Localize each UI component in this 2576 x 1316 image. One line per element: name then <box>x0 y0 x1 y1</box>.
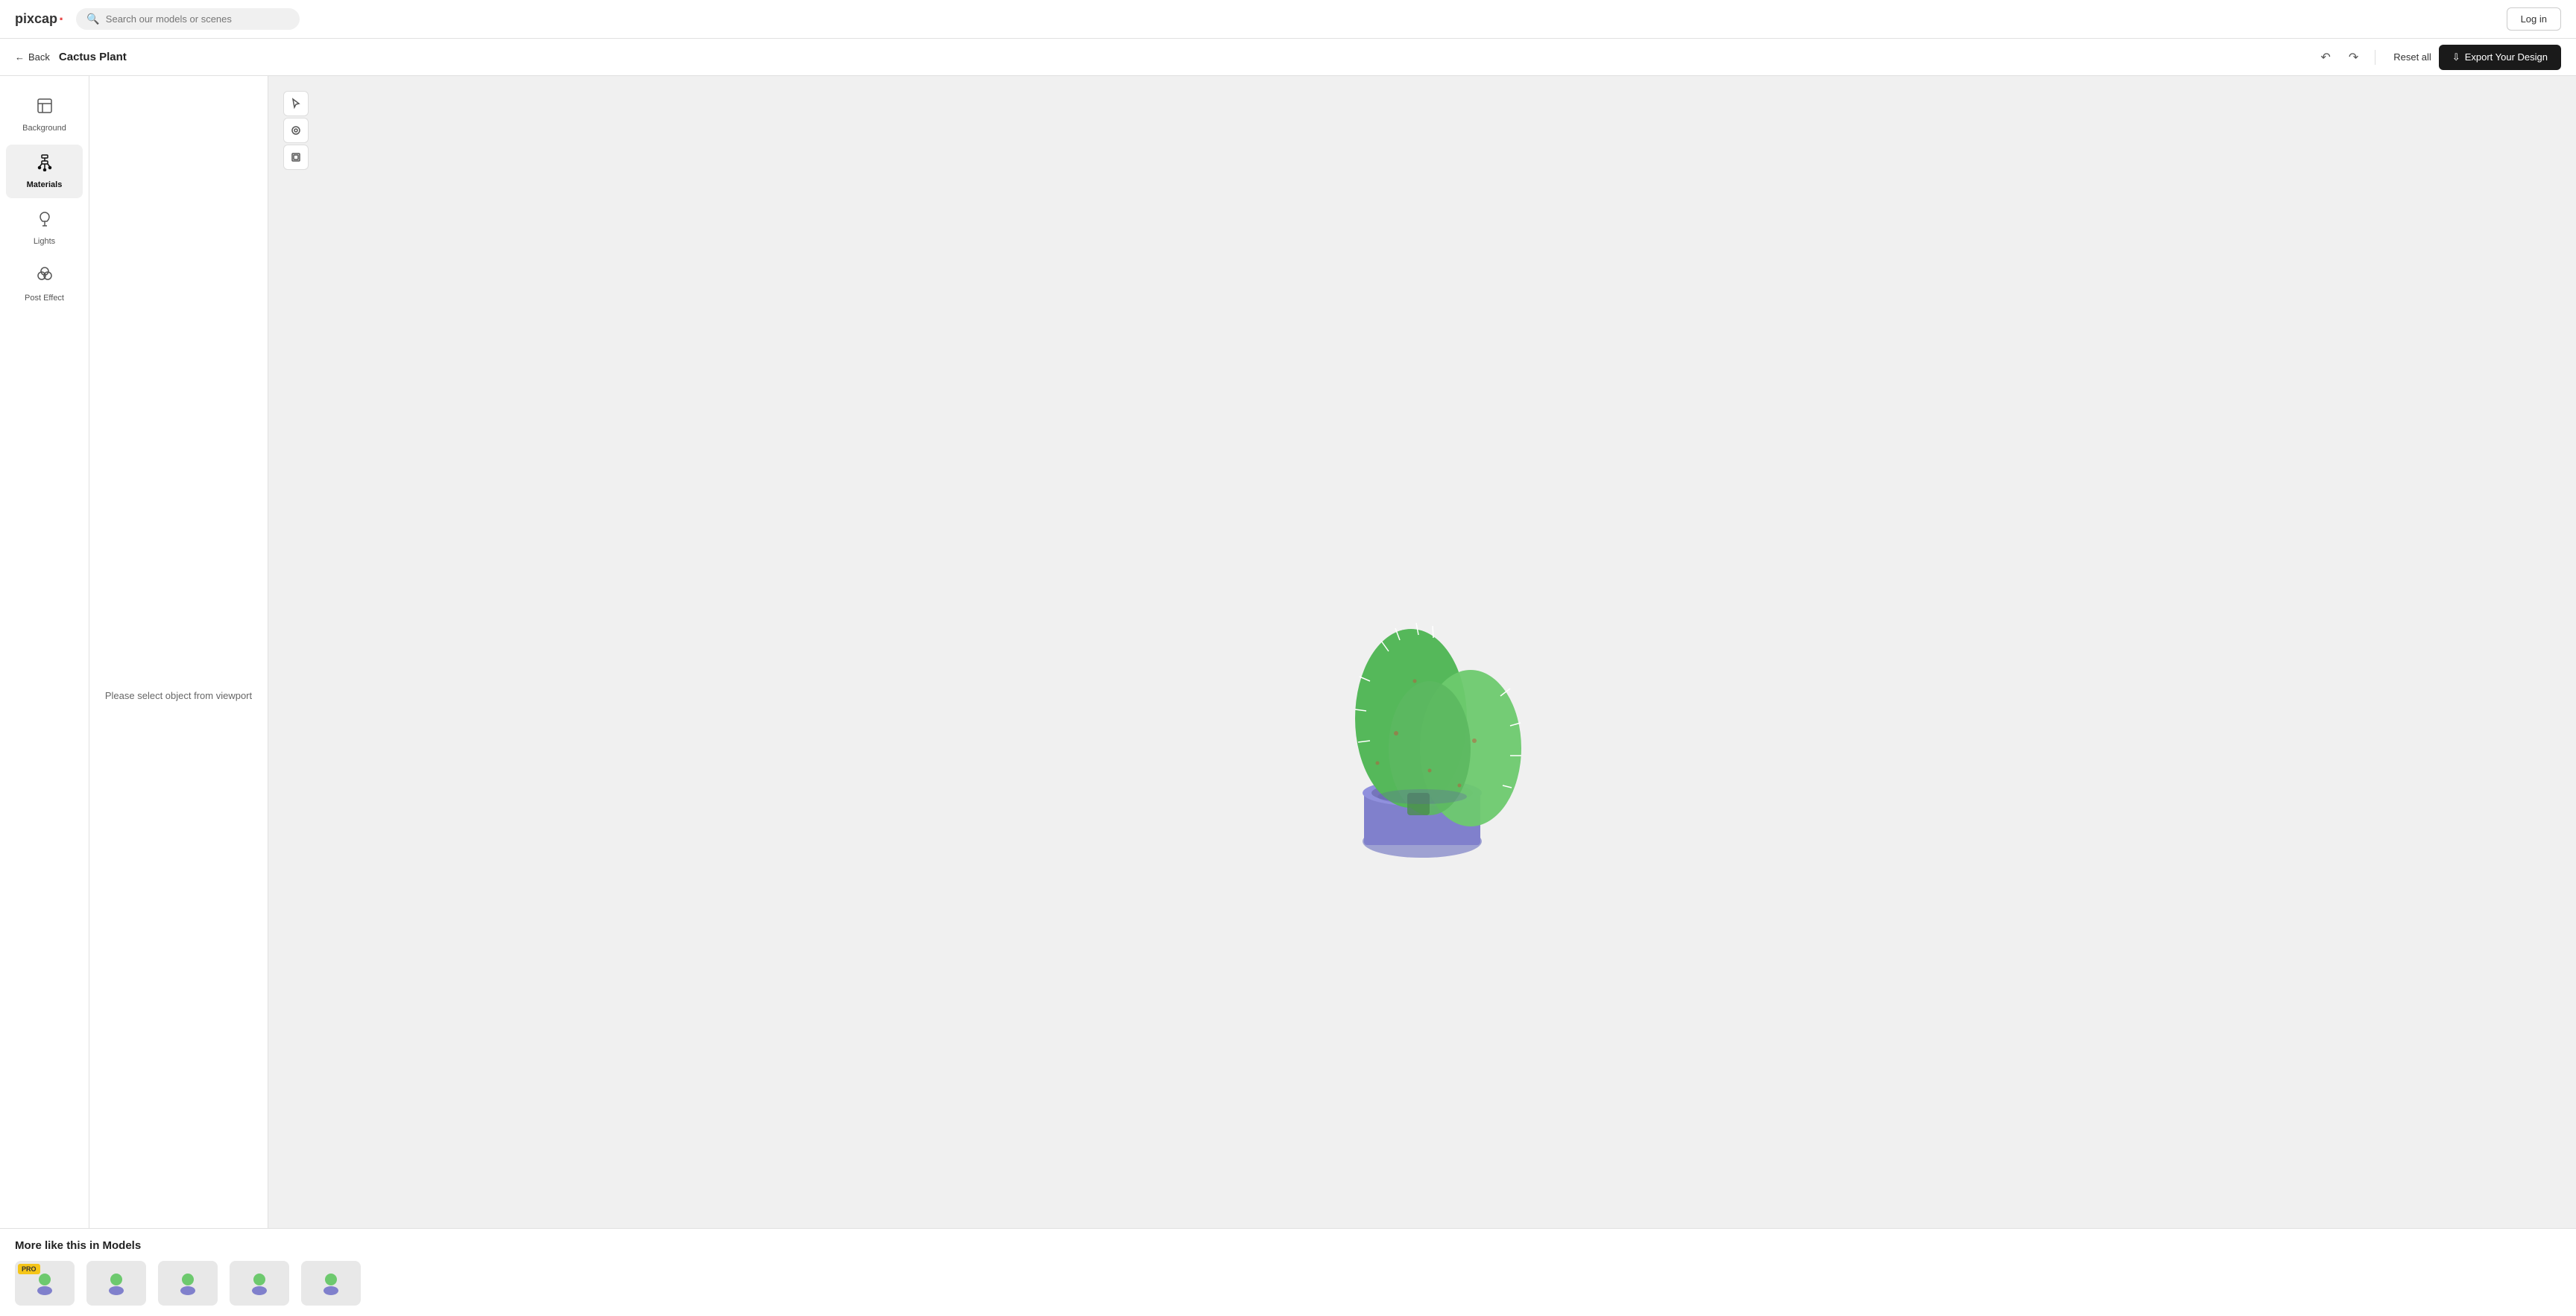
cactus-svg <box>1281 517 1564 875</box>
undo-button[interactable]: ↶ <box>2314 45 2336 69</box>
sidebar-item-background[interactable]: Background <box>6 88 83 142</box>
sidebar-label-post-effect: Post Effect <box>25 294 64 303</box>
search-bar[interactable]: 🔍 <box>76 8 300 30</box>
sidebar-label-materials: Materials <box>27 180 63 189</box>
sidebar-item-materials[interactable]: Materials <box>6 145 83 198</box>
thumbnail-item-5[interactable] <box>301 1261 361 1306</box>
toolbar-center: ↶ ↷ Reset all <box>2314 45 2438 69</box>
frame-tool-button[interactable] <box>283 145 309 170</box>
back-button[interactable]: ← Back <box>15 51 50 63</box>
thumbnail-item-1[interactable]: PRO <box>15 1261 75 1306</box>
viewport-tools <box>283 91 309 170</box>
pro-badge: PRO <box>18 1264 40 1274</box>
navbar: pixcap· 🔍 Log in <box>0 0 2576 39</box>
export-icon: ⇩ <box>2452 51 2460 63</box>
thumbnails-row: PRO <box>15 1261 2561 1306</box>
subheader: ← Back Cactus Plant ↶ ↷ Reset all ⇩ Expo… <box>0 39 2576 76</box>
thumbnail-item-3[interactable] <box>158 1261 218 1306</box>
export-label: Export Your Design <box>2465 51 2548 63</box>
cactus-container <box>268 76 2576 1316</box>
reset-all-button[interactable]: Reset all <box>2386 47 2439 67</box>
sidebar-label-lights: Lights <box>34 237 55 246</box>
export-button[interactable]: ⇩ Export Your Design <box>2439 45 2561 70</box>
redo-button[interactable]: ↷ <box>2343 45 2364 69</box>
thumbnail-item-4[interactable] <box>230 1261 289 1306</box>
materials-icon <box>36 154 54 176</box>
search-icon: 🔍 <box>86 13 99 25</box>
select-tool-button[interactable] <box>283 91 309 116</box>
logo: pixcap· <box>15 10 64 29</box>
navbar-left: pixcap· 🔍 <box>15 8 300 30</box>
rotate-tool-button[interactable] <box>283 118 309 143</box>
back-arrow-icon: ← <box>15 51 25 63</box>
main-content: Background Materials <box>0 76 2576 1316</box>
sidebar-item-lights[interactable]: Lights <box>6 201 83 255</box>
left-sidebar: Background Materials <box>0 76 89 1316</box>
panel-area: Please select object from viewport <box>89 76 268 1316</box>
thumbnail-item-2[interactable] <box>86 1261 146 1306</box>
back-label: Back <box>28 51 50 63</box>
sidebar-item-post-effect[interactable]: Post Effect <box>6 258 83 311</box>
logo-text: pixcap <box>15 11 57 27</box>
page-title: Cactus Plant <box>59 51 2315 63</box>
lights-icon <box>36 210 54 232</box>
search-input[interactable] <box>106 13 290 25</box>
post-effect-icon <box>36 267 54 289</box>
bottom-section: More like this in Models PRO <box>0 1228 2576 1316</box>
background-icon <box>36 97 54 119</box>
login-button[interactable]: Log in <box>2507 7 2561 31</box>
panel-message: Please select object from viewport <box>105 689 252 703</box>
more-like-this-title: More like this in Models <box>15 1239 2561 1252</box>
logo-dot: · <box>59 10 64 29</box>
sidebar-label-background: Background <box>22 124 66 133</box>
viewport[interactable] <box>268 76 2576 1316</box>
